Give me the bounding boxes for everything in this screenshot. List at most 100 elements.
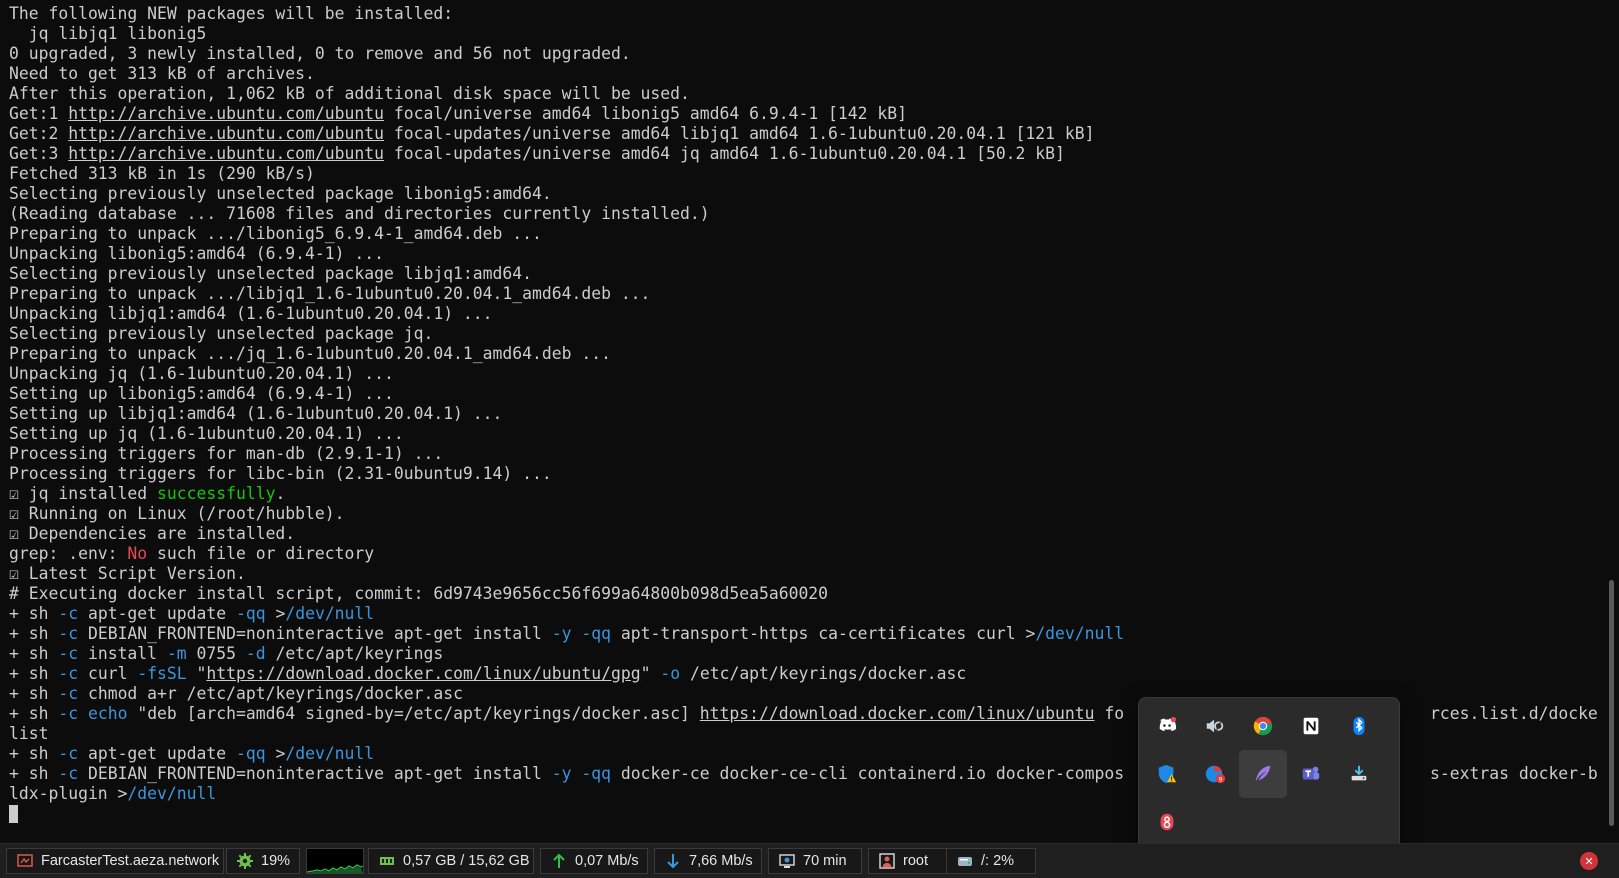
- terminal-text: echo: [87, 704, 128, 723]
- terminal-line: ☑ Latest Script Version.: [9, 564, 1599, 584]
- terminal-lines: The following NEW packages will be insta…: [9, 4, 1599, 804]
- terminal-text: install: [78, 644, 167, 663]
- terminal-text: jq libjq1 libonig5: [9, 24, 207, 43]
- uptime-value: 70 min: [803, 853, 847, 869]
- status-bar: FarcasterTest.aeza.network 19% 0,57 GB /…: [0, 843, 1619, 878]
- remote-session-icon: [17, 853, 33, 869]
- user-icon: [879, 853, 895, 869]
- terminal-text: Setting up jq (1.6-1ubuntu0.20.04.1) ...: [9, 424, 404, 443]
- terminal-text: list: [9, 724, 49, 743]
- browser-notification-icon[interactable]: 9: [1191, 750, 1239, 798]
- terminal-text: + sh: [9, 704, 59, 723]
- terminal-text: -o: [660, 664, 681, 683]
- terminal-text: Unpacking jq (1.6-1ubuntu0.20.04.1) ...: [9, 364, 394, 383]
- terminal-line: + sh -c curl -fsSL "https://download.doc…: [9, 664, 1599, 684]
- terminal-text: The following NEW packages will be insta…: [9, 4, 454, 23]
- terminal-text: /dev/null: [285, 604, 375, 623]
- terminal-text: -c: [58, 604, 79, 623]
- upload-arrow-icon: [551, 853, 567, 869]
- terminal-text: Setting up libonig5:amd64 (6.9.4-1) ...: [9, 384, 394, 403]
- close-button[interactable]: ✕: [1580, 852, 1598, 870]
- terminal-text: /dev/null: [1035, 624, 1125, 643]
- terminal-text: /dev/null: [127, 784, 217, 803]
- terminal-text: ☑ jq installed: [9, 484, 158, 503]
- terminal-link[interactable]: http://archive.ubuntu.com/ubuntu: [68, 144, 384, 163]
- bluetooth-icon[interactable]: [1335, 702, 1383, 750]
- download-segment[interactable]: 7,66 Mb/s: [654, 848, 762, 874]
- terminal-text: Unpacking libonig5:amd64 (6.9.4-1) ...: [9, 244, 384, 263]
- teams-icon[interactable]: [1287, 750, 1335, 798]
- terminal-text: -c: [58, 644, 79, 663]
- terminal-line: + sh -c install -m 0755 -d /etc/apt/keyr…: [9, 644, 1599, 664]
- discord-icon[interactable]: [1143, 702, 1191, 750]
- terminal-text: ☑ Dependencies are installed.: [9, 524, 296, 543]
- terminal-text: Selecting previously unselected package …: [9, 324, 434, 343]
- terminal-line: Get:1 http://archive.ubuntu.com/ubuntu f…: [9, 104, 1599, 124]
- terminal-text: -d: [245, 644, 266, 663]
- steam-icon[interactable]: [1191, 702, 1239, 750]
- notion-icon[interactable]: [1287, 702, 1335, 750]
- terminal-line: After this operation, 1,062 kB of additi…: [9, 84, 1599, 104]
- cpu-segment[interactable]: 19%: [226, 848, 300, 874]
- terminal-text: curl: [78, 664, 138, 683]
- windows-security-warning-icon[interactable]: [1143, 750, 1191, 798]
- terminal-link[interactable]: https://download.docker.com/linux/ubuntu…: [206, 664, 640, 683]
- terminal-text: docker-ce docker-ce-cli containerd.io do…: [610, 764, 1599, 783]
- terminal-scrollbar[interactable]: [1604, 0, 1619, 843]
- terminal-line: Selecting previously unselected package …: [9, 264, 1599, 284]
- terminal-text: apt-get update: [78, 744, 236, 763]
- terminal-text: ☑ Latest Script Version.: [9, 564, 246, 583]
- terminal-text: + sh: [9, 744, 59, 763]
- terminal-text: Preparing to unpack .../jq_1.6-1ubuntu0.…: [9, 344, 611, 363]
- terminal-link[interactable]: https://download.docker.com/linux/ubuntu: [700, 704, 1095, 723]
- terminal-text: -m: [166, 644, 187, 663]
- terminal-text: Setting up libjq1:amd64 (1.6-1ubuntu0.20…: [9, 404, 503, 423]
- terminal-text: 0 upgraded, 3 newly installed, 0 to remo…: [9, 44, 631, 63]
- terminal-line: (Reading database ... 71608 files and di…: [9, 204, 1599, 224]
- cpu-graph: [306, 848, 364, 874]
- terminal-line: Unpacking jq (1.6-1ubuntu0.20.04.1) ...: [9, 364, 1599, 384]
- terminal-text: -c: [58, 664, 79, 683]
- gamebar-icon[interactable]: [1143, 798, 1191, 846]
- terminal-line: + sh -c DEBIAN_FRONTEND=noninteractive a…: [9, 624, 1599, 644]
- terminal-link[interactable]: http://archive.ubuntu.com/ubuntu: [68, 104, 384, 123]
- terminal-text: DEBIAN_FRONTEND=noninteractive apt-get i…: [78, 624, 552, 643]
- chrome-icon[interactable]: [1239, 702, 1287, 750]
- upload-segment[interactable]: 0,07 Mb/s: [540, 848, 648, 874]
- terminal-text: Preparing to unpack .../libjq1_1.6-1ubun…: [9, 284, 651, 303]
- memory-segment[interactable]: 0,57 GB / 15,62 GB: [368, 848, 534, 874]
- terminal-text: -c: [58, 744, 79, 763]
- terminal-text: Selecting previously unselected package …: [9, 184, 552, 203]
- scrollbar-thumb[interactable]: [1609, 580, 1614, 826]
- terminal-text: apt-get update: [78, 604, 236, 623]
- feather-icon[interactable]: [1239, 750, 1287, 798]
- terminal-text: -c: [58, 704, 79, 723]
- cpu-graph-line: [307, 864, 363, 873]
- user-segment[interactable]: root: [868, 848, 948, 874]
- terminal-link[interactable]: http://archive.ubuntu.com/ubuntu: [68, 124, 384, 143]
- network-drive-icon[interactable]: [1335, 750, 1383, 798]
- terminal-line: + sh -c apt-get update -qq >/dev/null: [9, 604, 1599, 624]
- terminal-text: /etc/apt/keyrings: [265, 644, 444, 663]
- terminal-line: The following NEW packages will be insta…: [9, 4, 1599, 24]
- terminal-text: Get:1: [9, 104, 69, 123]
- terminal-text: chmod a+r /etc/apt/keyrings/docker.asc: [78, 684, 463, 703]
- terminal-text: -c: [58, 764, 79, 783]
- terminal-text: Processing triggers for man-db (2.9.1-1)…: [9, 444, 444, 463]
- terminal-text: Get:2: [9, 124, 69, 143]
- host-segment[interactable]: FarcasterTest.aeza.network: [6, 848, 224, 874]
- terminal-line: Preparing to unpack .../libonig5_6.9.4-1…: [9, 224, 1599, 244]
- terminal-text: + sh: [9, 604, 59, 623]
- terminal-line: jq libjq1 libonig5: [9, 24, 1599, 44]
- terminal-text: + sh: [9, 764, 59, 783]
- terminal-text: No: [127, 544, 148, 563]
- terminal-text: such file or directory: [147, 544, 375, 563]
- terminal-line: Need to get 313 kB of archives.: [9, 64, 1599, 84]
- terminal-text: ldx-plugin >: [9, 784, 128, 803]
- uptime-monitor-icon: [779, 853, 795, 869]
- uptime-segment[interactable]: 70 min: [768, 848, 862, 874]
- terminal-text: 0755: [186, 644, 246, 663]
- disk-segment[interactable]: /: 2%: [946, 848, 1036, 874]
- terminal-text: ☑ Running on Linux (/root/hubble).: [9, 504, 345, 523]
